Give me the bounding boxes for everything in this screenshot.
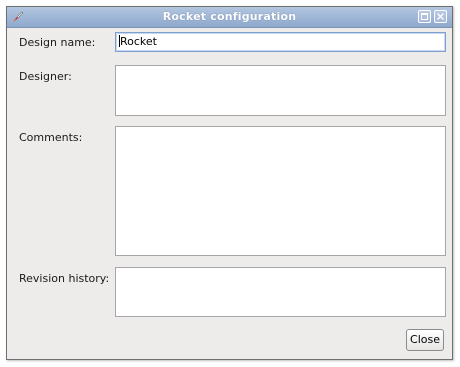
comments-label: Comments:	[19, 131, 83, 144]
design-name-input[interactable]: Rocket	[115, 32, 446, 52]
design-name-label: Design name:	[19, 36, 96, 49]
maximize-icon[interactable]	[418, 10, 431, 23]
close-icon[interactable]	[434, 10, 447, 23]
comments-textarea[interactable]	[115, 126, 446, 256]
revision-history-textarea[interactable]	[115, 267, 446, 317]
window-title: Rocket configuration	[162, 10, 297, 23]
close-button[interactable]: Close	[406, 329, 444, 351]
rocket-configuration-dialog: Rocket configuration Design name: Rocket…	[6, 6, 453, 360]
designer-textarea[interactable]	[115, 65, 446, 116]
design-name-value: Rocket	[120, 35, 157, 48]
revision-history-label: Revision history:	[19, 272, 110, 285]
titlebar[interactable]: Rocket configuration	[7, 7, 452, 28]
designer-label: Designer:	[19, 70, 72, 83]
